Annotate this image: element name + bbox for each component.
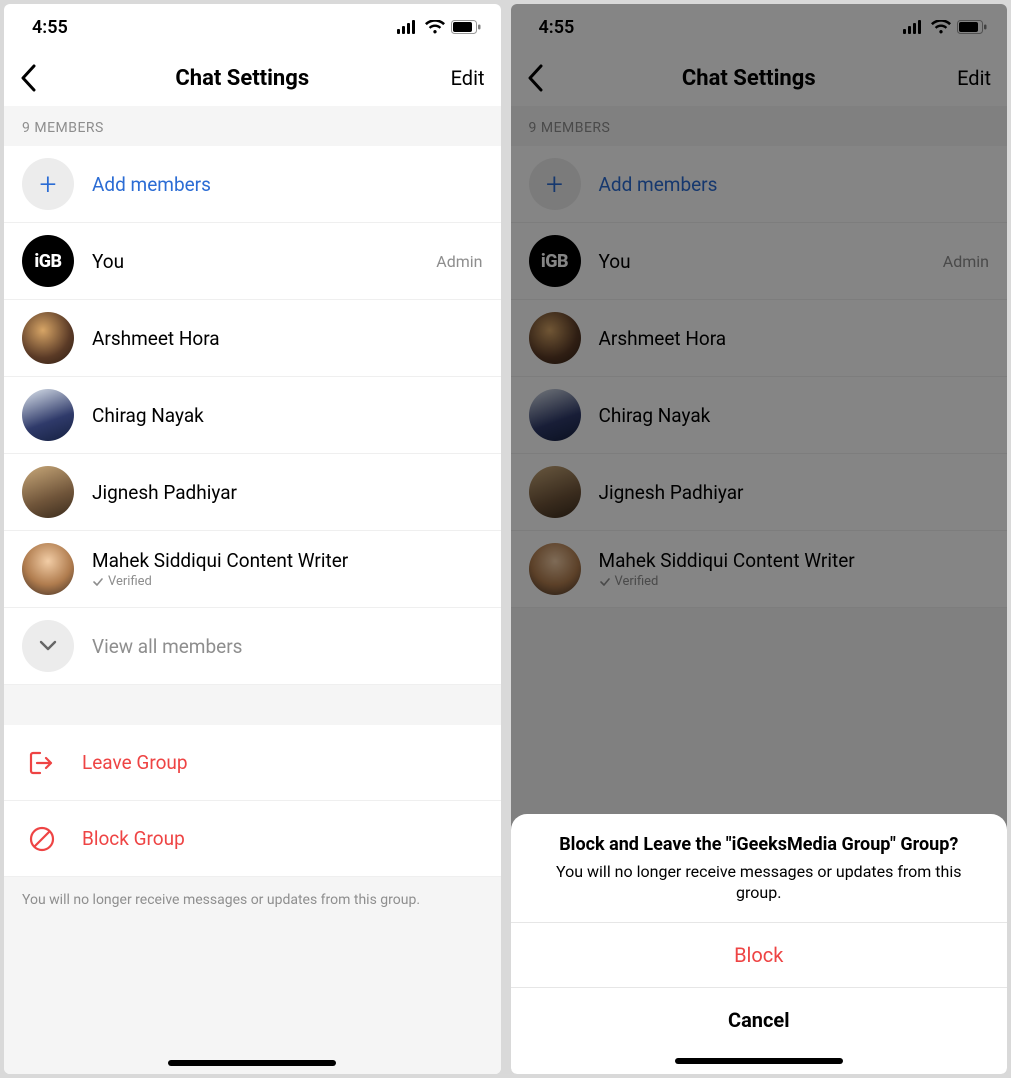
view-all-label: View all members (92, 635, 483, 658)
member-name: Arshmeet Hora (92, 327, 483, 350)
status-right (397, 20, 481, 34)
leave-group-label: Leave Group (82, 751, 483, 774)
member-name: You (92, 250, 436, 273)
member-name: Jignesh Padhiyar (92, 481, 483, 504)
block-icon (22, 819, 62, 859)
phone-left: 4:55 Chat Settings Edit 9 MEMBERS (4, 4, 501, 1074)
block-group-row[interactable]: Block Group (4, 801, 501, 877)
block-group-label: Block Group (82, 827, 483, 850)
member-row-you[interactable]: iGB You Admin (4, 223, 501, 300)
signal-icon (397, 20, 419, 34)
page-title: Chat Settings (175, 66, 309, 91)
status-bar: 4:55 (4, 4, 501, 50)
add-members-row[interactable]: + Add members (4, 146, 501, 223)
chevron-down-icon (22, 620, 74, 672)
member-name: Mahek Siddiqui Content Writer (92, 549, 483, 572)
avatar: iGB (22, 235, 74, 287)
plus-icon: + (22, 158, 74, 210)
edit-button[interactable]: Edit (425, 66, 485, 90)
status-time: 4:55 (32, 17, 68, 38)
view-all-members-row[interactable]: View all members (4, 608, 501, 685)
sheet-subtitle: You will no longer receive messages or u… (511, 861, 1008, 922)
member-row[interactable]: Chirag Nayak (4, 377, 501, 454)
admin-badge: Admin (436, 252, 482, 271)
leave-icon (22, 743, 62, 783)
avatar (22, 312, 74, 364)
check-icon (92, 576, 104, 588)
battery-icon (451, 20, 481, 34)
avatar (22, 389, 74, 441)
member-row[interactable]: Mahek Siddiqui Content Writer Verified (4, 531, 501, 608)
action-sheet: Block and Leave the "iGeeksMedia Group" … (511, 814, 1008, 1074)
sheet-title: Block and Leave the "iGeeksMedia Group" … (511, 834, 1008, 861)
home-indicator (168, 1060, 336, 1066)
member-name: Chirag Nayak (92, 404, 483, 427)
sheet-block-button[interactable]: Block (511, 922, 1008, 987)
footer-note: You will no longer receive messages or u… (4, 877, 501, 935)
wifi-icon (425, 20, 445, 34)
phone-right: 4:55 Chat Settings Edit 9 MEMBERS (511, 4, 1008, 1074)
add-members-label: Add members (92, 173, 483, 196)
leave-group-row[interactable]: Leave Group (4, 725, 501, 801)
avatar (22, 543, 74, 595)
back-button[interactable] (20, 64, 60, 92)
member-row[interactable]: Jignesh Padhiyar (4, 454, 501, 531)
avatar (22, 466, 74, 518)
verified-badge: Verified (92, 574, 483, 589)
member-row[interactable]: Arshmeet Hora (4, 300, 501, 377)
sheet-cancel-button[interactable]: Cancel (511, 987, 1008, 1052)
home-indicator (675, 1058, 843, 1064)
members-section-header: 9 MEMBERS (4, 106, 501, 146)
nav-header: Chat Settings Edit (4, 50, 501, 106)
section-divider (4, 685, 501, 725)
